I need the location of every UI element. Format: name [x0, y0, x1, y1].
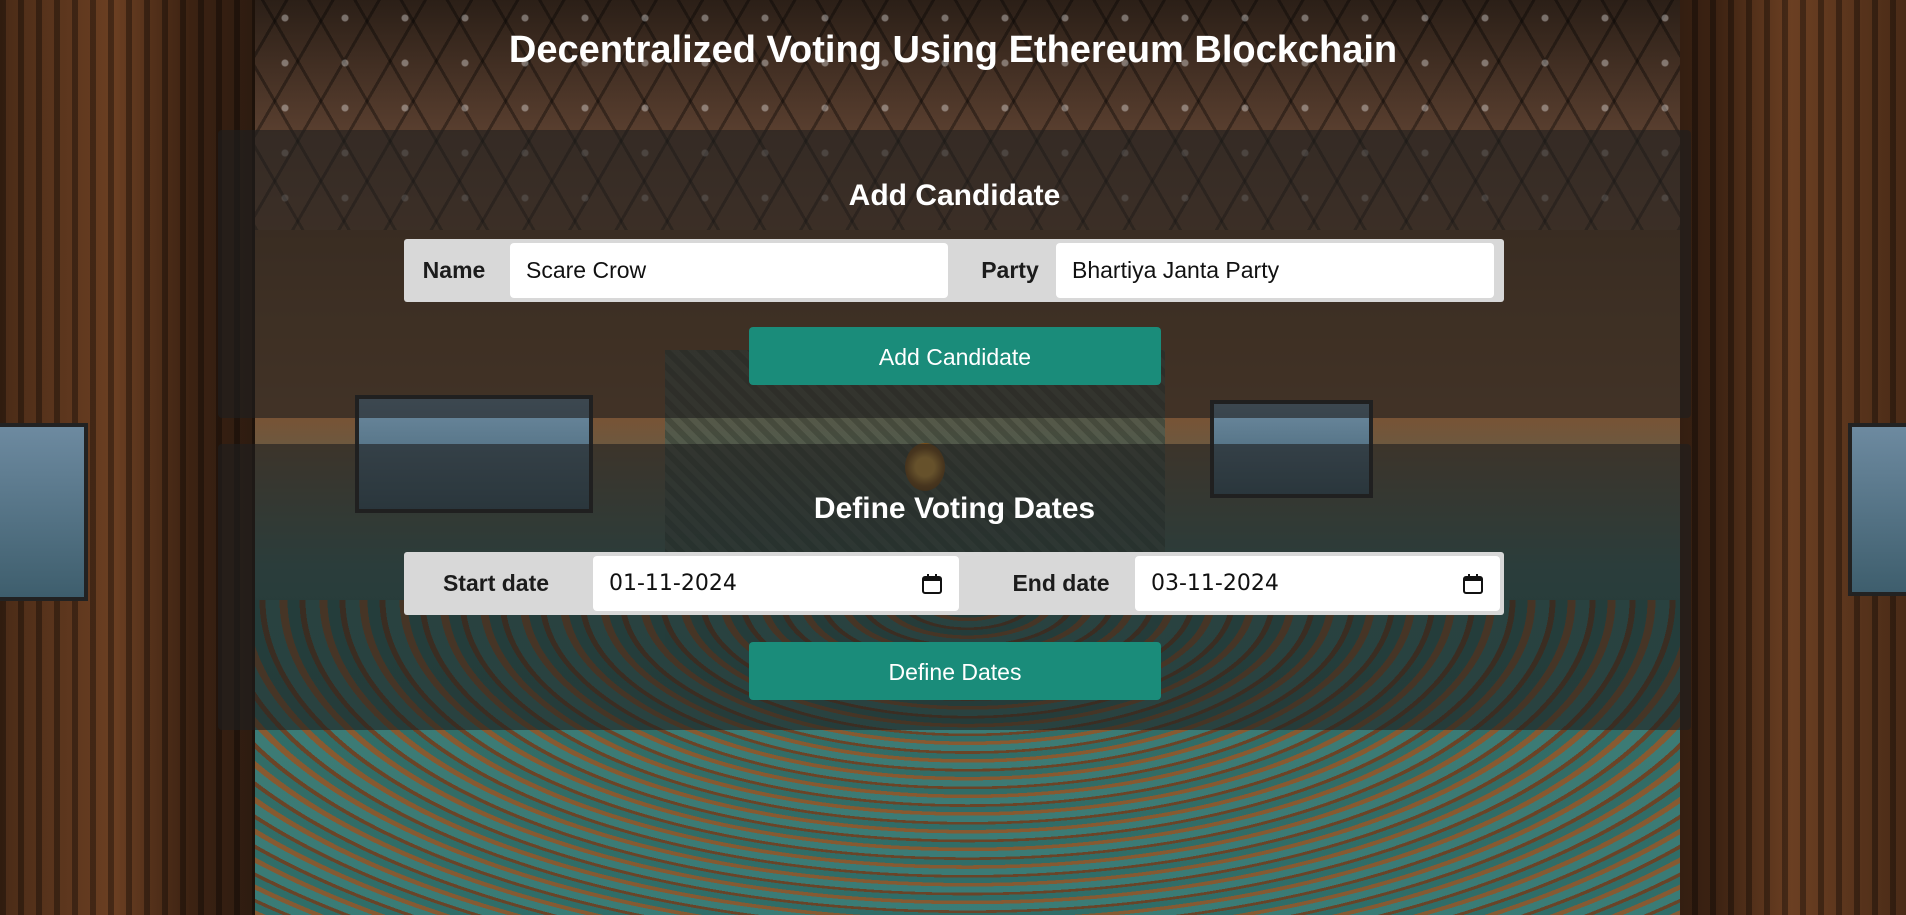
voting-dates-panel: Define Voting Dates Start date 01-11-202… — [218, 444, 1691, 730]
background-screen — [1848, 423, 1906, 596]
end-date-label: End date — [1012, 570, 1110, 596]
end-date-input[interactable]: 03-11-2024 — [1135, 556, 1500, 611]
calendar-icon[interactable] — [1462, 573, 1484, 595]
add-candidate-button[interactable]: Add Candidate — [749, 327, 1161, 385]
background-screen — [0, 423, 88, 601]
page-title: Decentralized Voting Using Ethereum Bloc… — [508, 29, 1398, 71]
candidate-name-input[interactable] — [510, 243, 948, 298]
add-candidate-panel: Add Candidate Name Party Add Candidate — [218, 130, 1691, 418]
candidate-field-row: Name Party — [404, 239, 1504, 302]
name-label: Name — [422, 257, 486, 283]
page: Decentralized Voting Using Ethereum Bloc… — [0, 0, 1906, 915]
dates-field-row: Start date 01-11-2024 End date 03-11-202… — [404, 552, 1504, 615]
start-date-input[interactable]: 01-11-2024 — [593, 556, 959, 611]
start-date-label: Start date — [442, 570, 550, 596]
calendar-icon[interactable] — [921, 573, 943, 595]
voting-dates-heading: Define Voting Dates — [813, 492, 1096, 525]
party-label: Party — [981, 257, 1039, 283]
define-dates-button[interactable]: Define Dates — [749, 642, 1161, 700]
candidate-party-input[interactable] — [1056, 243, 1494, 298]
start-date-value: 01-11-2024 — [609, 571, 737, 596]
end-date-value: 03-11-2024 — [1151, 571, 1279, 596]
add-candidate-heading: Add Candidate — [848, 179, 1061, 212]
